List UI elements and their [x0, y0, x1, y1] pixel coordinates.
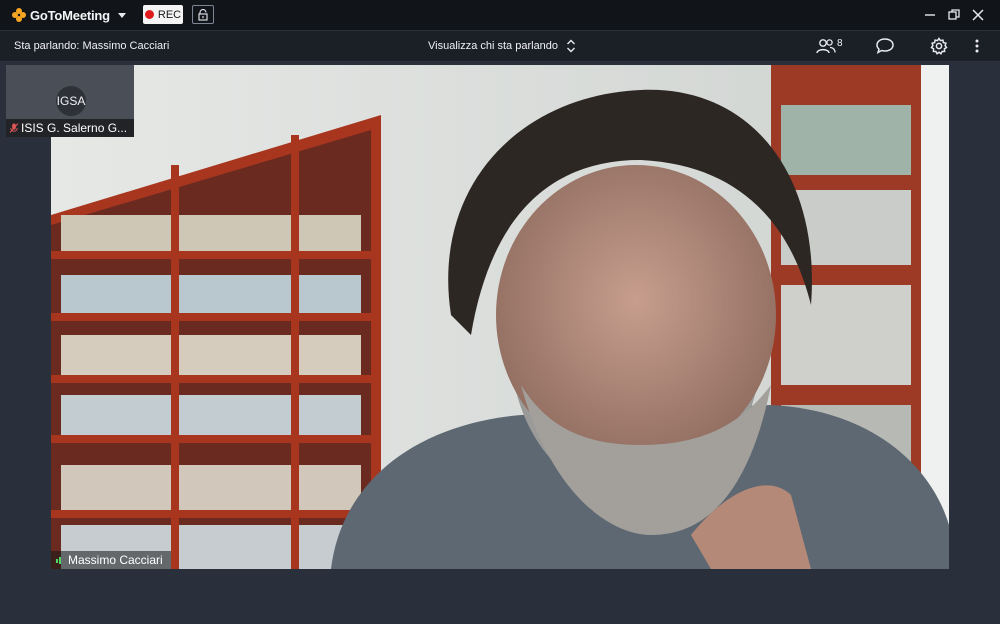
close-icon — [972, 9, 984, 21]
app-menu[interactable]: GoToMeeting — [12, 7, 126, 23]
audio-level-icon — [56, 556, 61, 564]
thumbnail-name-bar: ISIS G. Salerno G... — [6, 119, 134, 137]
title-bar: GoToMeeting REC — [0, 0, 1000, 31]
participant-thumbnail[interactable]: IGSA ISIS G. Salerno G... — [6, 65, 134, 137]
active-speaker-text: Sta parlando: Massimo Cacciari — [14, 40, 170, 52]
up-down-chevron-icon — [567, 39, 576, 53]
mic-muted-icon — [9, 123, 19, 133]
restore-button[interactable] — [946, 7, 962, 23]
restore-icon — [948, 9, 960, 20]
chat-button[interactable] — [875, 37, 895, 55]
attendees-button[interactable]: 8 — [816, 37, 843, 55]
record-label: REC — [157, 8, 182, 21]
settings-button[interactable] — [930, 37, 948, 55]
meeting-toolbar: Sta parlando: Massimo Cacciari Visualizz… — [0, 31, 1000, 62]
avatar: IGSA — [56, 86, 86, 116]
attendee-count: 8 — [837, 37, 843, 49]
close-button[interactable] — [970, 7, 986, 23]
record-button[interactable]: REC — [143, 5, 183, 24]
unlock-icon — [198, 8, 208, 21]
view-mode-selector[interactable]: Visualizza chi sta parlando — [428, 39, 576, 53]
view-mode-label: Visualizza chi sta parlando — [428, 40, 559, 52]
lock-meeting-button[interactable] — [192, 5, 214, 24]
main-speaker-video[interactable] — [51, 65, 949, 569]
gotomeeting-flower-icon — [12, 8, 26, 22]
more-options-button[interactable] — [973, 37, 981, 55]
record-dot-icon — [144, 10, 154, 19]
people-icon — [816, 39, 836, 54]
minimize-icon — [925, 14, 935, 16]
chevron-down-icon — [117, 12, 126, 18]
chat-bubble-icon — [876, 38, 894, 55]
avatar-initials: IGSA — [56, 94, 86, 108]
kebab-menu-icon — [975, 39, 979, 53]
minimize-button[interactable] — [922, 7, 938, 23]
speaker-name: Massimo Cacciari — [68, 553, 163, 567]
gear-icon — [930, 37, 948, 55]
speaker-video-frame — [51, 65, 949, 569]
thumbnail-participant-name: ISIS G. Salerno G... — [21, 121, 128, 135]
speaker-name-tag: Massimo Cacciari — [51, 551, 171, 569]
app-logo-text: GoToMeeting — [30, 7, 110, 23]
